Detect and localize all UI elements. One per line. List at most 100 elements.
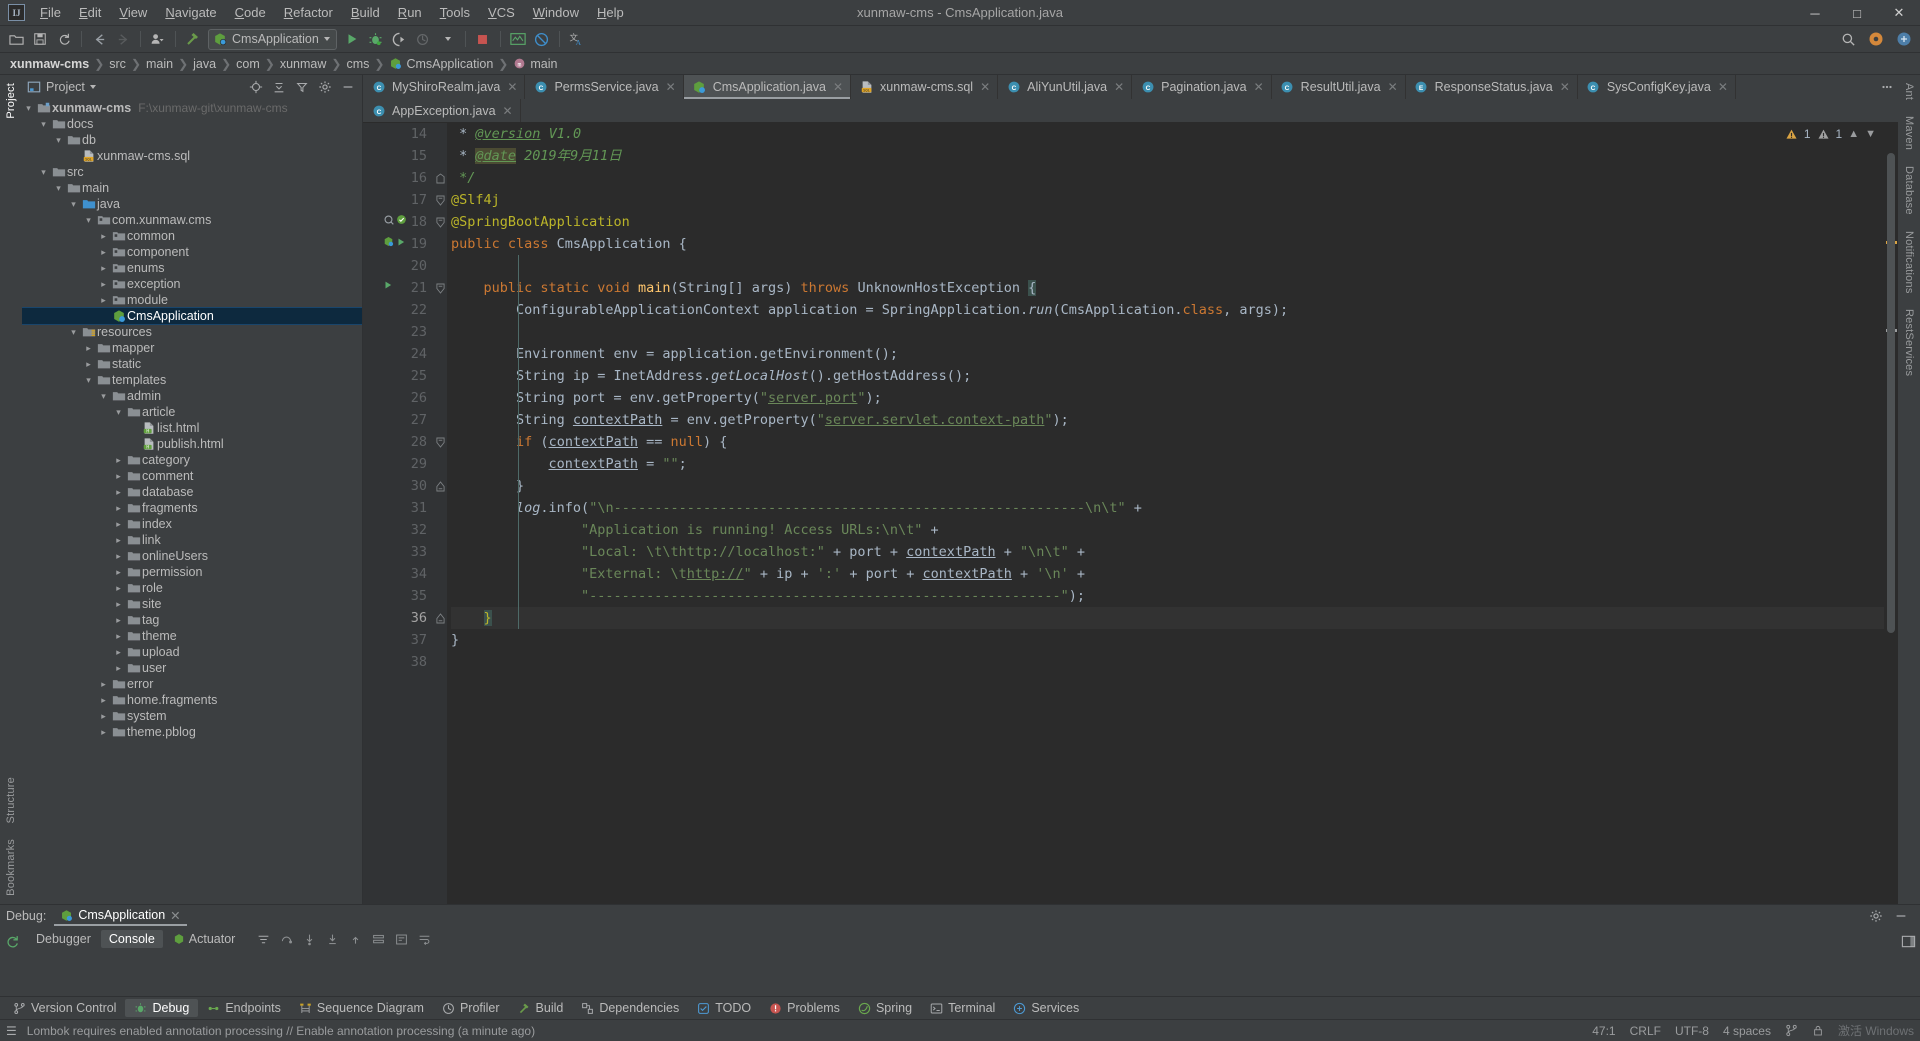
chevron-right-icon[interactable]: ▸: [112, 660, 125, 676]
tree-node[interactable]: ▸ site: [22, 596, 362, 612]
gutter-line-number[interactable]: 37: [363, 629, 433, 651]
chevron-down-icon[interactable]: ▼: [1865, 128, 1876, 140]
run-coverage-icon[interactable]: [389, 28, 411, 50]
close-icon[interactable]: ✕: [1388, 80, 1398, 94]
layout-settings-icon[interactable]: [1898, 931, 1918, 951]
tool-button-maven[interactable]: Maven: [1903, 108, 1915, 158]
tree-node[interactable]: ▾ db: [22, 132, 362, 148]
fold-marker[interactable]: [433, 343, 447, 365]
code-line[interactable]: "---------------------------------------…: [451, 585, 1884, 607]
step-out-icon[interactable]: [345, 929, 365, 949]
force-step-into-icon[interactable]: [322, 929, 342, 949]
fold-marker[interactable]: [433, 145, 447, 167]
code-line[interactable]: Environment env = application.getEnviron…: [451, 343, 1884, 365]
translate-icon[interactable]: 文A: [566, 28, 588, 50]
tool-button-profiler[interactable]: Profiler: [433, 999, 509, 1017]
close-icon[interactable]: ✕: [507, 80, 517, 94]
indent-setting[interactable]: 4 spaces: [1723, 1024, 1771, 1038]
drop-frame-icon[interactable]: [368, 929, 388, 949]
code-folding-column[interactable]: [433, 123, 447, 904]
gutter-line-number[interactable]: 29: [363, 453, 433, 475]
fold-marker[interactable]: [433, 431, 447, 453]
chevron-right-icon[interactable]: ▸: [97, 692, 110, 708]
chevron-right-icon[interactable]: ▸: [97, 276, 110, 292]
tree-node[interactable]: ▸ system: [22, 708, 362, 724]
tree-node[interactable]: ▾ article: [22, 404, 362, 420]
tree-node[interactable]: ▸ exception: [22, 276, 362, 292]
tree-node[interactable]: ▾ templates: [22, 372, 362, 388]
chevron-right-icon[interactable]: ▸: [82, 356, 95, 372]
close-icon[interactable]: ✕: [1718, 80, 1728, 94]
gutter-line-number[interactable]: 31: [363, 497, 433, 519]
debug-icon[interactable]: [365, 28, 387, 50]
chevron-up-icon[interactable]: ▲: [1848, 128, 1859, 140]
chevron-right-icon[interactable]: ▸: [112, 644, 125, 660]
chevron-down-icon[interactable]: ▾: [67, 324, 80, 340]
tab-debugger[interactable]: Debugger: [28, 930, 99, 948]
menu-edit[interactable]: Edit: [70, 2, 110, 23]
code-line[interactable]: ConfigurableApplicationContext applicati…: [451, 299, 1884, 321]
fold-marker[interactable]: [433, 409, 447, 431]
tree-node[interactable]: ▸ theme.pblog: [22, 724, 362, 740]
chevron-down-icon[interactable]: [89, 85, 96, 89]
code-line[interactable]: [451, 255, 1884, 277]
menu-view[interactable]: View: [110, 2, 156, 23]
chevron-right-icon[interactable]: ▸: [97, 244, 110, 260]
more-tabs-icon[interactable]: [1876, 75, 1898, 99]
tool-button-spring[interactable]: Spring: [849, 999, 921, 1017]
gutter-line-number[interactable]: 21: [363, 277, 433, 299]
menu-build[interactable]: Build: [342, 2, 389, 23]
fold-marker[interactable]: [433, 607, 447, 629]
chevron-right-icon[interactable]: ▸: [97, 708, 110, 724]
chevron-down-icon[interactable]: ▾: [37, 164, 50, 180]
code-line[interactable]: String contextPath = env.getProperty("se…: [451, 409, 1884, 431]
save-all-icon[interactable]: [29, 28, 51, 50]
chevron-down-icon[interactable]: ▾: [97, 388, 110, 404]
tree-node[interactable]: ▸ error: [22, 676, 362, 692]
tool-button-problems[interactable]: Problems: [760, 999, 849, 1017]
maximize-button[interactable]: □: [1836, 0, 1878, 26]
gutter-line-number[interactable]: 23: [363, 321, 433, 343]
menu-window[interactable]: Window: [524, 2, 588, 23]
chevron-right-icon[interactable]: ▸: [112, 452, 125, 468]
gutter-line-number[interactable]: 34: [363, 563, 433, 585]
code-line[interactable]: public class CmsApplication {: [451, 233, 1884, 255]
fold-marker[interactable]: [433, 387, 447, 409]
breadcrumb-item-src[interactable]: src: [106, 57, 129, 71]
tree-node[interactable]: Hpublish.html: [22, 436, 362, 452]
breadcrumb-item-class[interactable]: CmsApplication: [386, 57, 496, 71]
tree-node[interactable]: ▸ link: [22, 532, 362, 548]
settings-gear-icon[interactable]: [316, 78, 334, 96]
close-icon[interactable]: ✕: [170, 908, 180, 923]
tool-button-sequence-diagram[interactable]: Sequence Diagram: [290, 999, 433, 1017]
tree-node[interactable]: ▸ component: [22, 244, 362, 260]
gutter-line-number[interactable]: 14: [363, 123, 433, 145]
editor-gutter[interactable]: 14 15 16 17 18 19 20 21 22 23 24 25 26 27 28 29 30 31 32 33…: [363, 123, 433, 904]
fold-marker[interactable]: [433, 453, 447, 475]
chevron-right-icon[interactable]: ▸: [97, 260, 110, 276]
fold-marker[interactable]: [433, 167, 447, 189]
fold-marker[interactable]: [433, 123, 447, 145]
sync-icon[interactable]: [53, 28, 75, 50]
close-button[interactable]: ✕: [1878, 0, 1920, 26]
fold-marker[interactable]: [433, 541, 447, 563]
tree-node[interactable]: ▸ user: [22, 660, 362, 676]
fold-marker[interactable]: [433, 585, 447, 607]
chevron-right-icon[interactable]: ▸: [112, 468, 125, 484]
fold-marker[interactable]: [433, 651, 447, 673]
fold-marker[interactable]: [433, 233, 447, 255]
gutter-line-number[interactable]: 33: [363, 541, 433, 563]
tree-node[interactable]: ▸ module: [22, 292, 362, 308]
code-line[interactable]: }: [451, 607, 1884, 629]
filter-icon[interactable]: [253, 929, 273, 949]
locate-icon[interactable]: [247, 78, 265, 96]
code-line[interactable]: * @date 2019年9月11日: [451, 145, 1884, 167]
close-icon[interactable]: ✕: [666, 80, 676, 94]
editor-tab[interactable]: SQL xunmaw-cms.sql ✕: [851, 75, 999, 99]
tab-console[interactable]: Console: [100, 930, 163, 948]
fold-marker[interactable]: [433, 255, 447, 277]
tree-node[interactable]: ▸ onlineUsers: [22, 548, 362, 564]
code-line[interactable]: String port = env.getProperty("server.po…: [451, 387, 1884, 409]
gutter-line-number[interactable]: 18: [363, 211, 433, 233]
step-over-icon[interactable]: [276, 929, 296, 949]
